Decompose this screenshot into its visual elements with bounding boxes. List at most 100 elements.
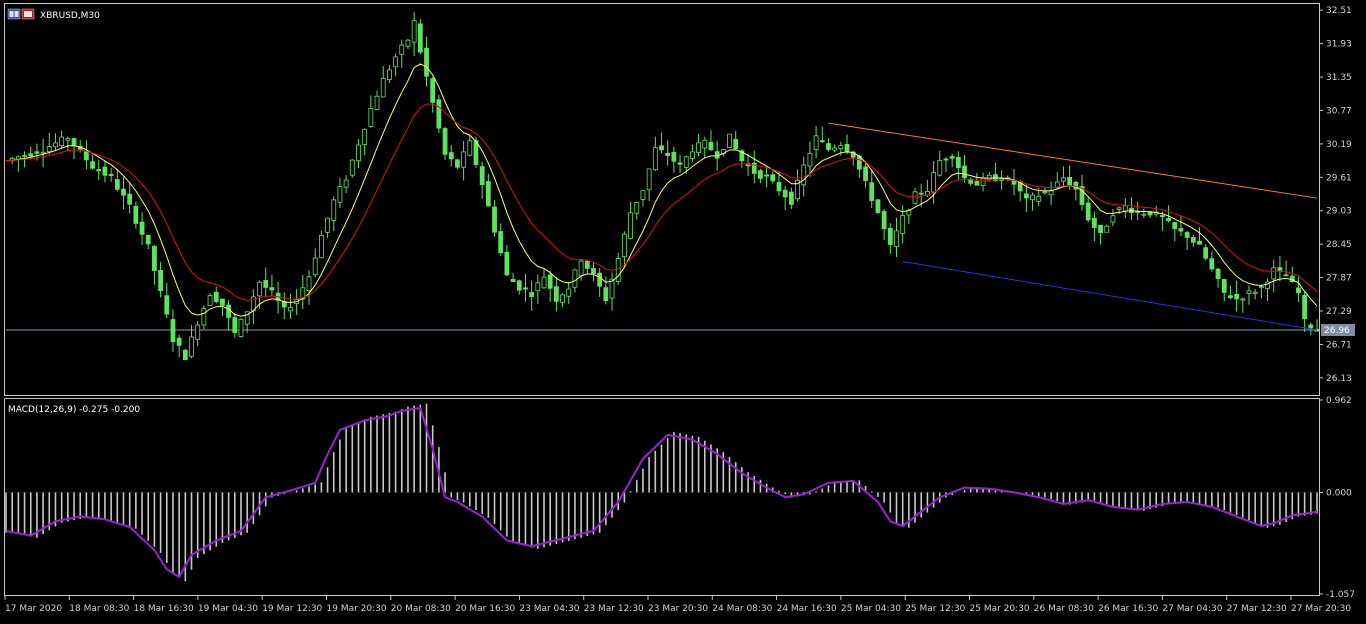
candle xyxy=(671,146,677,173)
candle xyxy=(541,268,547,289)
candle xyxy=(1061,166,1066,188)
candle xyxy=(108,167,114,182)
candle xyxy=(170,309,176,352)
candle xyxy=(176,334,182,358)
macd-plot xyxy=(5,403,1318,582)
candle xyxy=(937,150,943,177)
candle xyxy=(758,168,763,184)
candle xyxy=(349,158,355,178)
candle xyxy=(813,125,819,159)
time-tick-label: 20 Mar 16:30 xyxy=(455,604,515,614)
candle xyxy=(411,12,417,57)
macd-label: MACD(12,26,9) -0.275 -0.200 xyxy=(8,405,140,415)
candle xyxy=(844,134,850,155)
candle xyxy=(609,272,615,311)
chart-header: XBRUSD,M30 xyxy=(7,8,100,21)
chart-canvas[interactable]: XBRUSD,M30 MACD(12,26,9) -0.275 -0.200 3… xyxy=(0,0,1366,620)
candle xyxy=(288,293,293,319)
candle xyxy=(566,281,572,304)
candle xyxy=(733,130,739,151)
candle xyxy=(943,157,949,172)
candle xyxy=(553,276,559,312)
candle xyxy=(46,132,52,155)
candle xyxy=(504,245,510,277)
candle xyxy=(479,161,485,199)
time-tick-label: 18 Mar 16:30 xyxy=(134,604,194,614)
candle xyxy=(337,177,343,208)
candle xyxy=(59,130,65,149)
candle xyxy=(368,95,374,128)
candle xyxy=(1048,181,1054,205)
time-tick-label: 24 Mar 08:30 xyxy=(712,604,772,614)
upper-trendline[interactable] xyxy=(828,122,1318,199)
candle xyxy=(993,162,998,182)
candle xyxy=(591,261,596,282)
candle xyxy=(1296,276,1301,302)
time-tick-label: 19 Mar 12:30 xyxy=(262,604,322,614)
current-price-tag: 26.96 xyxy=(1321,324,1355,336)
time-tick-label: 20 Mar 08:30 xyxy=(391,604,451,614)
candle xyxy=(646,168,652,202)
candle xyxy=(393,53,398,76)
candle xyxy=(226,300,232,331)
candle xyxy=(764,166,770,188)
candle xyxy=(331,196,337,232)
candle xyxy=(1184,231,1190,251)
candle xyxy=(881,208,887,241)
candle xyxy=(1178,215,1184,237)
candle xyxy=(1023,184,1029,212)
candle xyxy=(356,139,361,169)
chart-window-icon[interactable] xyxy=(7,8,35,20)
macd-tick-label: -1.057 xyxy=(1326,590,1355,600)
candle xyxy=(869,169,875,209)
candle xyxy=(659,132,664,154)
candle xyxy=(53,133,58,151)
candle xyxy=(485,173,491,207)
candle xyxy=(1221,278,1227,302)
price-tick-label: 30.77 xyxy=(1326,106,1352,116)
candle xyxy=(1240,297,1246,313)
price-tick-label: 27.87 xyxy=(1326,274,1352,284)
candle xyxy=(875,198,881,215)
candle xyxy=(597,268,603,297)
candle xyxy=(535,274,541,304)
candle xyxy=(102,160,108,183)
candle xyxy=(1011,169,1017,196)
candle xyxy=(263,267,269,298)
candle xyxy=(1283,260,1289,277)
candle xyxy=(690,144,695,162)
candle xyxy=(275,281,281,314)
candle xyxy=(727,133,732,149)
price-tick-label: 31.35 xyxy=(1326,73,1352,83)
price-tick-label: 30.19 xyxy=(1326,140,1352,150)
candle xyxy=(152,245,157,285)
candle xyxy=(269,274,275,296)
price-tick-label: 28.45 xyxy=(1326,240,1352,250)
candle xyxy=(343,175,349,194)
candle xyxy=(863,161,868,188)
candle xyxy=(207,293,213,306)
candle xyxy=(560,293,565,307)
candle xyxy=(65,136,71,152)
candle xyxy=(980,172,986,192)
macd-panel-frame xyxy=(4,398,1320,596)
candle xyxy=(1104,224,1110,233)
candle xyxy=(238,318,244,338)
candle xyxy=(1110,208,1116,227)
candle xyxy=(826,138,831,152)
macd-axis: 0.962 0.000 -1.057 xyxy=(1319,396,1355,600)
candle xyxy=(1252,288,1258,300)
chart-window[interactable]: XBRUSD,M30 MACD(12,26,9) -0.275 -0.200 3… xyxy=(0,0,1366,620)
candle xyxy=(640,190,646,207)
candle xyxy=(442,126,448,160)
candle xyxy=(894,217,899,257)
macd-tick-label: 0.000 xyxy=(1326,488,1352,498)
candle xyxy=(127,183,133,214)
time-tick-label: 25 Mar 20:30 xyxy=(970,604,1030,614)
price-tick-label: 27.29 xyxy=(1326,307,1352,317)
candle xyxy=(770,171,776,184)
candle xyxy=(819,126,825,143)
time-tick-label: 27 Mar 20:30 xyxy=(1291,604,1351,614)
candle xyxy=(523,274,528,302)
candle xyxy=(788,187,794,209)
